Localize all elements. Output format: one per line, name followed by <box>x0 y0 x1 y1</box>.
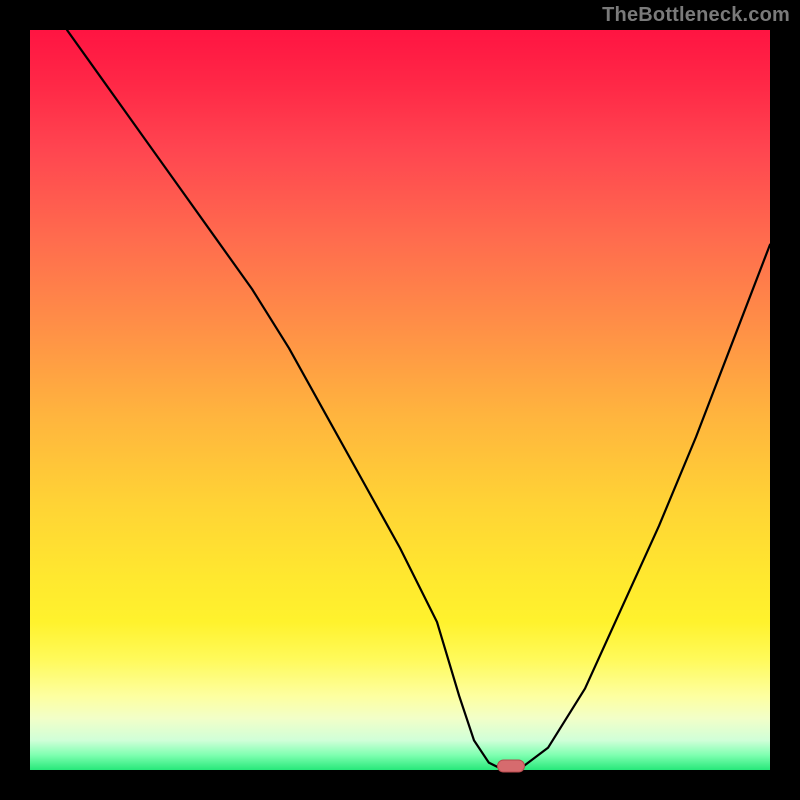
watermark-text: TheBottleneck.com <box>602 4 790 27</box>
plot-area <box>30 30 770 770</box>
gradient-background <box>30 30 770 770</box>
optimal-point-marker <box>497 760 525 773</box>
chart-container: TheBottleneck.com <box>0 0 800 800</box>
